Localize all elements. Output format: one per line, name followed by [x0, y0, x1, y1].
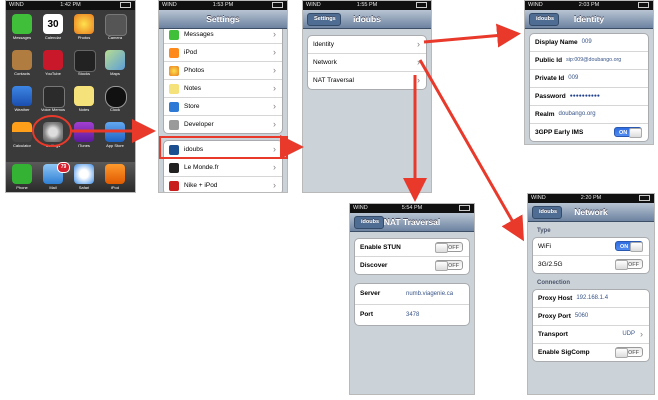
settings-highlight-circle	[32, 115, 72, 147]
idoubs-highlight-box	[159, 136, 288, 159]
arrow-to-network	[418, 59, 524, 242]
flow-arrows	[32, 23, 524, 242]
arrow-to-identity	[423, 23, 521, 48]
